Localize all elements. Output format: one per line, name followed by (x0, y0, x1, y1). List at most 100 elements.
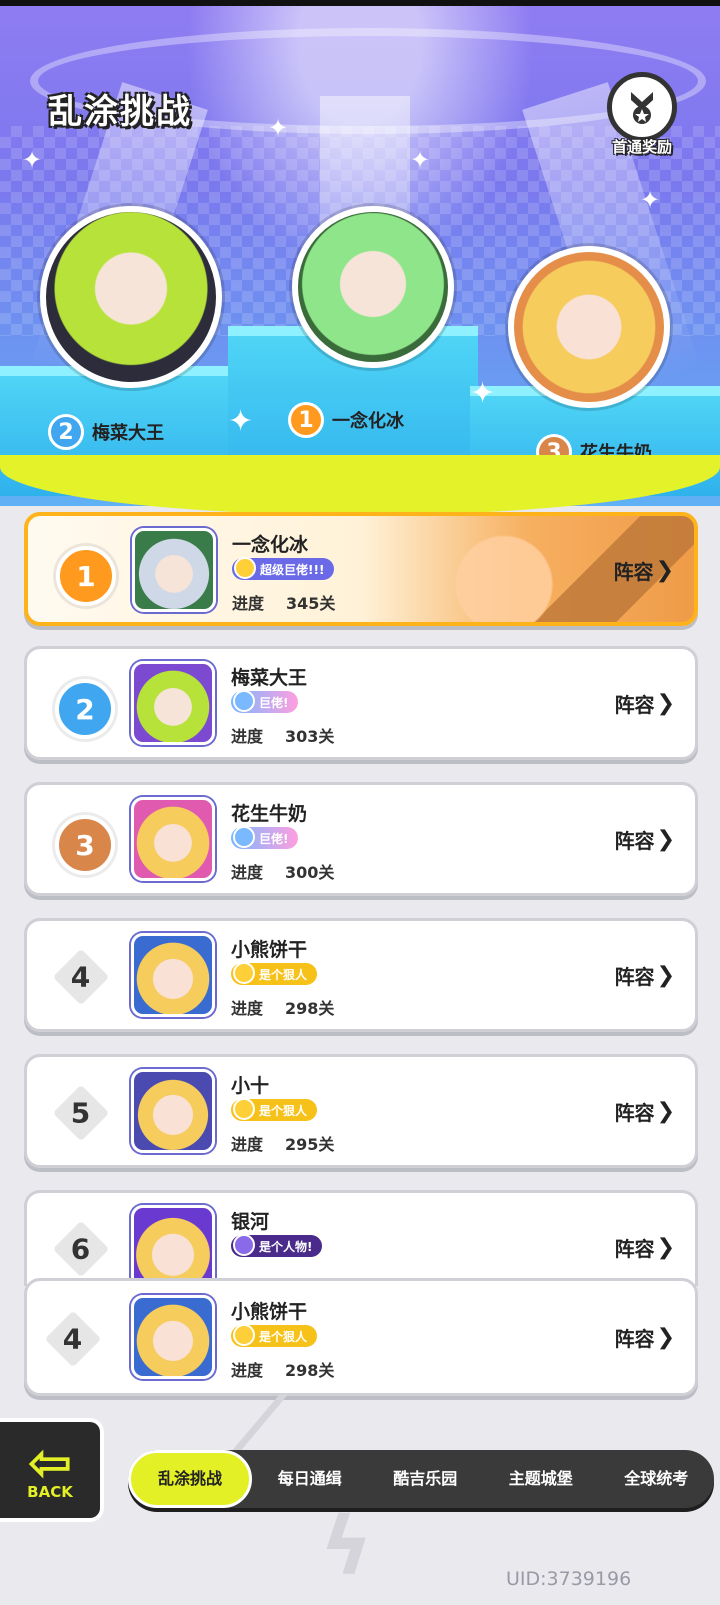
progress-label: 进度 (231, 863, 264, 882)
avatar (131, 661, 215, 745)
sparkle-icon: ✦ (410, 146, 431, 174)
medal-icon (607, 72, 677, 142)
chevron-right-icon: ❯ (656, 1235, 675, 1260)
ranking-row-4[interactable]: 4 小熊饼干 是个狠人 进度 298关 阵容 ❯ (24, 918, 698, 1032)
title-badge: 是个狠人 (231, 962, 318, 985)
rank-1-medal-icon: 1 (56, 546, 116, 606)
podium-character-3[interactable] (508, 246, 670, 408)
reward-label: 首通奖励 (611, 138, 672, 156)
rank-number-text: 4 (63, 1322, 83, 1356)
progress-text: 进度 298关 (231, 1357, 334, 1381)
lineup-label: 阵容 (614, 965, 655, 989)
ranking-row-2[interactable]: 2 梅菜大王 巨佬! 进度 303关 阵容 ❯ (24, 646, 698, 760)
avatar (132, 528, 216, 612)
lineup-label: 阵容 (614, 1237, 655, 1261)
title-badge-text: 巨佬! (259, 695, 289, 710)
lineup-label: 阵容 (614, 829, 655, 853)
progress-value: 295关 (285, 1135, 335, 1154)
rank-number: 5 (52, 1084, 110, 1142)
title-badge: 超级巨佬!!! (232, 557, 335, 580)
avatar (131, 1069, 215, 1153)
title-badge: 是个狠人 (231, 1098, 318, 1121)
progress-label: 进度 (232, 594, 265, 613)
back-button[interactable]: ⇦ BACK (0, 1418, 104, 1522)
title-badge-text: 超级巨佬!!! (260, 562, 325, 577)
title-badge: 巨佬! (231, 690, 299, 713)
ranking-row-3[interactable]: 3 花生牛奶 巨佬! 进度 300关 阵容 ❯ (24, 782, 698, 896)
podium-tag-1: 1 一念化冰 (288, 402, 404, 438)
tab-theme-castle[interactable]: 主题城堡 (483, 1450, 599, 1508)
podium-banner: 乱涂挑战 首通奖励 2 梅菜大王 1 一念化冰 3 花生牛奶 ✦ ✦ ✦ ✦ ✦… (0, 6, 720, 506)
uid-label: UID:3739196 (506, 1568, 632, 1590)
podium-tag-2: 2 梅菜大王 (48, 414, 164, 450)
chevron-right-icon: ❯ (656, 963, 675, 988)
tab-doodle-challenge[interactable]: 乱涂挑战 (128, 1450, 252, 1508)
player-name: 小十 (231, 1075, 270, 1097)
ranking-row-5[interactable]: 5 小十 是个狠人 进度 295关 阵容 ❯ (24, 1054, 698, 1168)
title-badge-icon (233, 962, 255, 984)
title-badge-icon (233, 826, 255, 848)
lineup-button[interactable]: 阵容 ❯ (615, 1323, 675, 1352)
tab-daily-wanted[interactable]: 每日通缉 (252, 1450, 368, 1508)
lineup-button[interactable]: 阵容 ❯ (615, 1233, 675, 1262)
title-badge-text: 巨佬! (259, 831, 289, 846)
ranking-row-1[interactable]: 1 一念化冰 超级巨佬!!! 进度 345关 阵容 ❯ (24, 512, 698, 626)
progress-text: 进度 298关 (231, 995, 334, 1019)
player-name: 一念化冰 (232, 534, 309, 556)
progress-label: 进度 (231, 1135, 264, 1154)
progress-value: 300关 (285, 863, 335, 882)
progress-value: 345关 (286, 594, 336, 613)
title-badge-icon (234, 557, 256, 579)
background-scribble: ϟ (320, 1500, 373, 1593)
lineup-button[interactable]: 阵容 ❯ (615, 961, 675, 990)
rank-number-text: 6 (71, 1232, 91, 1266)
progress-label: 进度 (231, 999, 264, 1018)
player-name: 花生牛奶 (231, 803, 308, 825)
slime-divider (0, 455, 720, 515)
lineup-button[interactable]: 阵容 ❯ (615, 825, 675, 854)
progress-value: 298关 (285, 999, 335, 1018)
rank-number: 4 (52, 948, 110, 1006)
player-name: 小熊饼干 (231, 1301, 308, 1323)
rank-number-text: 4 (71, 960, 91, 994)
rank-1-medal-icon: 1 (288, 402, 324, 438)
podium-character-1[interactable] (292, 206, 454, 368)
sparkle-icon: ✦ (470, 376, 496, 411)
chevron-right-icon: ❯ (656, 1325, 675, 1350)
rank-number: 4 (44, 1310, 102, 1368)
lineup-label: 阵容 (614, 693, 655, 717)
title-badge-text: 是个人物! (259, 1239, 313, 1254)
title-badge-icon (233, 1098, 255, 1120)
podium-name-1: 一念化冰 (332, 411, 404, 432)
page-title: 乱涂挑战 (48, 92, 192, 132)
back-label: BACK (27, 1483, 73, 1501)
avatar (131, 933, 215, 1017)
title-badge: 巨佬! (231, 826, 299, 849)
tab-kuji-park[interactable]: 酷吉乐园 (368, 1450, 484, 1508)
title-badge-icon (233, 1324, 255, 1346)
chevron-right-icon: ❯ (656, 1099, 675, 1124)
lineup-button[interactable]: 阵容 ❯ (615, 1097, 675, 1126)
lineup-button[interactable]: 阵容 ❯ (614, 556, 674, 585)
avatar (131, 797, 215, 881)
podium-name-2: 梅菜大王 (92, 423, 164, 444)
title-badge-text: 是个狠人 (259, 1103, 308, 1118)
avatar (131, 1205, 215, 1286)
ranking-row-6[interactable]: 6 银河 是个人物! 阵容 ❯ (24, 1190, 698, 1286)
sparkle-icon: ✦ (22, 146, 43, 174)
sparkle-icon: ✦ (228, 404, 254, 439)
player-name: 小熊饼干 (231, 939, 308, 961)
first-clear-reward-button[interactable]: 首通奖励 (598, 72, 686, 164)
lineup-button[interactable]: 阵容 ❯ (615, 689, 675, 718)
back-arrow-icon: ⇦ (27, 1431, 73, 1494)
bottom-tab-bar: 乱涂挑战 每日通缉 酷吉乐园 主题城堡 全球统考 (128, 1450, 714, 1508)
tab-global-exam[interactable]: 全球统考 (599, 1450, 715, 1508)
lineup-label: 阵容 (614, 1101, 655, 1125)
rank-2-medal-icon: 2 (55, 679, 115, 739)
progress-label: 进度 (231, 727, 264, 746)
my-ranking-row[interactable]: 4 小熊饼干 是个狠人 进度 298关 阵容 ❯ (24, 1278, 698, 1396)
podium-character-2[interactable] (40, 206, 222, 388)
progress-value: 298关 (285, 1361, 335, 1380)
player-name: 梅菜大王 (231, 667, 308, 689)
player-name: 银河 (231, 1211, 270, 1233)
